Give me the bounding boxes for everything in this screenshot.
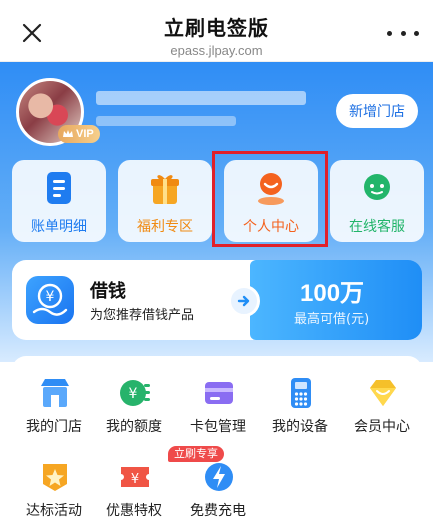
store-icon: [41, 379, 69, 407]
service-label: 达标活动: [26, 503, 82, 519]
tile-personal-center[interactable]: 个人中心: [224, 160, 318, 242]
person-icon: [258, 173, 284, 205]
service-label: 我的门店: [26, 419, 82, 435]
loan-amount-label: 最高可借(元): [294, 312, 370, 327]
service-discount[interactable]: ¥ 优惠特权: [94, 460, 174, 522]
service-label: 我的设备: [272, 419, 328, 435]
credit-limit-icon: ¥: [120, 380, 150, 406]
more-icon: [387, 30, 392, 36]
arrow-right-button[interactable]: [228, 285, 260, 317]
tile-label: 在线客服: [349, 219, 405, 235]
tile-welfare-zone[interactable]: 福利专区: [118, 160, 212, 242]
svg-text:¥: ¥: [129, 386, 138, 402]
service-label: 会员中心: [354, 419, 410, 435]
tile-label: 福利专区: [137, 219, 193, 235]
vip-badge: VIP: [58, 125, 100, 143]
service-my-device[interactable]: 我的设备: [260, 376, 340, 438]
card-wallet-icon: [205, 382, 233, 404]
more-button[interactable]: [387, 22, 419, 44]
vip-label: VIP: [76, 128, 94, 140]
service-member-center[interactable]: 会员中心: [342, 376, 422, 438]
loan-subtitle: 为您推荐借钱产品: [90, 308, 195, 323]
service-activity[interactable]: 达标活动: [14, 460, 94, 522]
gift-icon: [151, 175, 179, 204]
arrow-right-icon: [237, 295, 250, 307]
top-bar: 立刷电签版 epass.jlpay.com: [0, 0, 433, 62]
service-my-credit[interactable]: ¥ 我的额度: [94, 376, 174, 438]
service-my-store[interactable]: 我的门店: [14, 376, 94, 438]
crown-icon: [63, 130, 73, 137]
title-wrap: 立刷电签版 epass.jlpay.com: [0, 12, 433, 58]
loan-icon: ¥: [26, 276, 74, 324]
discount-icon: ¥: [121, 467, 149, 487]
tile-label: 账单明细: [31, 219, 87, 235]
service-free-charge[interactable]: 免费充电: [178, 460, 258, 522]
page-title: 立刷电签版: [164, 16, 269, 40]
customer-service-icon: [364, 174, 390, 200]
page-url: epass.jlpay.com: [170, 43, 263, 58]
tile-online-service[interactable]: 在线客服: [330, 160, 424, 242]
loan-title: 借钱: [90, 281, 126, 302]
tile-bill-details[interactable]: 账单明细: [12, 160, 106, 242]
activity-icon: [43, 464, 67, 491]
tile-label: 个人中心: [243, 219, 299, 235]
blurred-username: [96, 91, 306, 105]
yuan-hand-icon: ¥: [32, 283, 68, 316]
service-card-wallet[interactable]: 卡包管理: [178, 376, 258, 438]
new-store-button[interactable]: 新增门店: [336, 94, 418, 128]
charge-icon: [205, 463, 233, 491]
svg-text:¥: ¥: [131, 472, 139, 487]
loan-amount: 100万: [300, 280, 365, 307]
service-label: 我的额度: [106, 419, 162, 435]
svg-text:¥: ¥: [46, 289, 55, 305]
device-icon: [291, 378, 311, 408]
service-label: 优惠特权: [106, 503, 162, 519]
member-icon: [370, 380, 396, 406]
service-label: 卡包管理: [190, 419, 246, 435]
bill-icon: [47, 172, 71, 204]
blurred-info: [96, 116, 236, 126]
service-label: 免费充电: [190, 503, 246, 519]
